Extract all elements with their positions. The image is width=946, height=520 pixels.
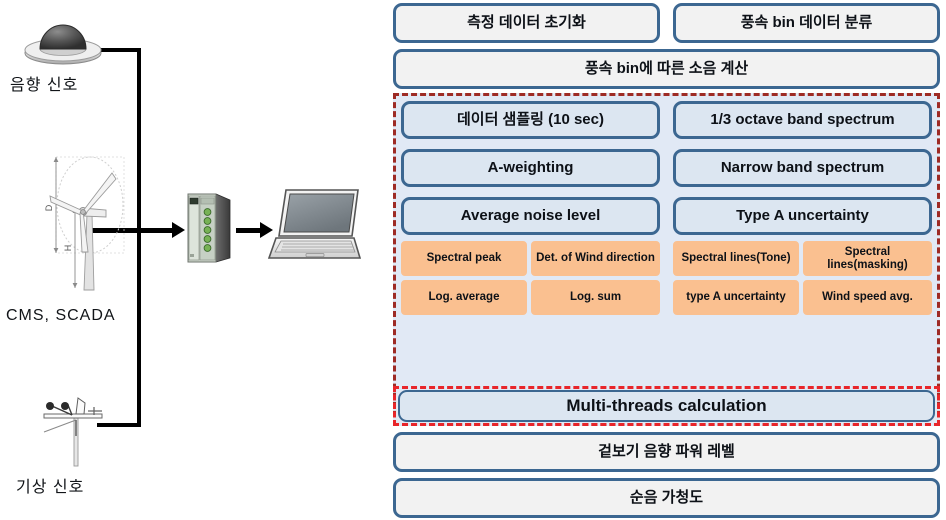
process-box-sampling[interactable]: 데이터 샘플링 (10 sec) (401, 101, 660, 139)
measurement-setup-panel: 음향 신호 D H CMS, SCADA 기상 신호 (0, 0, 385, 520)
subtask-log-sum-label: Log. sum (569, 291, 622, 304)
source-label-turbine: CMS, SCADA (6, 307, 116, 324)
svg-text:H: H (63, 245, 73, 252)
diagram-canvas: 음향 신호 D H CMS, SCADA 기상 신호 측정 데이터 초기화 풍속… (0, 0, 946, 520)
process-box-noise-calc-label: 풍속 bin에 따른 소음 계산 (584, 60, 749, 78)
subtask-type-a-uncertainty-label: type A uncertainty (686, 291, 786, 304)
subtask-wind-speed-avg-label: Wind speed avg. (822, 291, 913, 304)
subtask-det-wind-direction-label: Det. of Wind direction (536, 252, 655, 265)
process-box-narrowband[interactable]: Narrow band spectrum (673, 149, 932, 187)
subtask-log-average-label: Log. average (428, 291, 500, 304)
process-box-binning[interactable]: 풍속 bin 데이터 분류 (673, 3, 940, 43)
anemometer-icon (32, 396, 120, 468)
subtask-spectral-peak-label: Spectral peak (426, 252, 502, 265)
process-box-typea[interactable]: Type A uncertainty (673, 197, 932, 235)
process-box-binning-label: 풍속 bin 데이터 분류 (740, 14, 873, 32)
process-box-thirdoctave[interactable]: 1/3 octave band spectrum (673, 101, 932, 139)
subtask-spectral-lines-tone-label: Spectral lines(Tone) (681, 252, 791, 265)
process-box-typea-label: Type A uncertainty (736, 207, 869, 225)
subtask-spectral-lines-masking[interactable]: Spectral lines(masking) (803, 241, 932, 276)
process-box-noise-calc[interactable]: 풍속 bin에 따른 소음 계산 (393, 49, 940, 89)
process-box-tonality[interactable]: 순음 가청도 (393, 478, 940, 518)
subtask-det-wind-direction[interactable]: Det. of Wind direction (531, 241, 660, 276)
process-box-apparent-power[interactable]: 겉보기 음향 파워 레벨 (393, 432, 940, 472)
subtask-spectral-peak[interactable]: Spectral peak (401, 241, 527, 276)
process-box-narrowband-label: Narrow band spectrum (720, 159, 885, 177)
process-box-aweighting-label: A-weighting (487, 159, 574, 177)
multithread-highlight-outline (393, 386, 940, 426)
svg-text:D: D (44, 204, 54, 211)
wind-turbine-icon: D H (28, 148, 138, 298)
subtask-spectral-lines-tone[interactable]: Spectral lines(Tone) (673, 241, 799, 276)
process-box-avgnoise-label: Average noise level (460, 207, 601, 225)
microphone-ground-plane-icon (22, 14, 104, 66)
process-box-aweighting[interactable]: A-weighting (401, 149, 660, 187)
process-box-init[interactable]: 측정 데이터 초기화 (393, 3, 660, 43)
daq-chassis-icon (184, 192, 232, 264)
process-box-thirdoctave-label: 1/3 octave band spectrum (710, 111, 895, 129)
subtask-log-sum[interactable]: Log. sum (531, 280, 660, 315)
processing-flow-panel: 측정 데이터 초기화 풍속 bin 데이터 분류 풍속 bin에 따른 소음 계… (385, 0, 946, 520)
source-label-met: 기상 신호 (16, 479, 85, 496)
process-box-tonality-label: 순음 가청도 (629, 489, 704, 507)
process-box-avgnoise[interactable]: Average noise level (401, 197, 660, 235)
subtask-type-a-uncertainty[interactable]: type A uncertainty (673, 280, 799, 315)
subtask-wind-speed-avg[interactable]: Wind speed avg. (803, 280, 932, 315)
source-label-acoustic: 음향 신호 (10, 77, 79, 94)
process-box-init-label: 측정 데이터 초기화 (467, 14, 586, 32)
process-box-sampling-label: 데이터 샘플링 (10 sec) (456, 111, 604, 129)
subtask-log-average[interactable]: Log. average (401, 280, 527, 315)
subtask-spectral-lines-masking-label: Spectral lines(masking) (827, 245, 908, 271)
process-box-apparent-power-label: 겉보기 음향 파워 레벨 (598, 443, 735, 461)
laptop-icon (266, 188, 362, 264)
